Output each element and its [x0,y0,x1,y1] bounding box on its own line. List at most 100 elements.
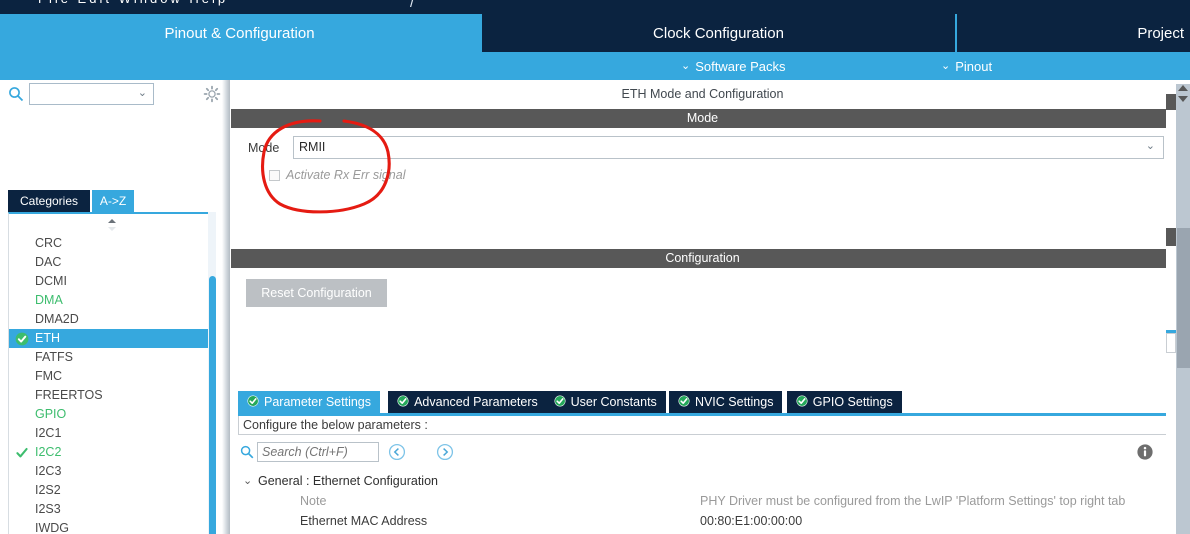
config-tab-label: Advanced Parameters [414,395,538,409]
config-tab-parameter-settings[interactable]: Parameter Settings [238,391,380,413]
peripheral-list-container: CRC DAC DCMI DMA DMA2D ETH FATFS FMC FREERTOS GPI… [8,212,216,534]
mode-select-value: RMII [299,140,326,154]
search-icon [8,86,24,102]
config-tab-label: NVIC Settings [694,395,774,409]
sidebar-item-label: DCMI [35,274,67,288]
sidebar-item-label: IWDG [35,521,70,534]
parameter-search-row [238,441,1168,465]
info-icon[interactable] [1136,443,1154,461]
chevron-down-icon[interactable]: ⌄ [243,471,252,491]
peripheral-list: CRC DAC DCMI DMA DMA2D ETH FATFS FMC FREERTOS GPI… [9,234,215,534]
sort-toggle-icon[interactable] [103,217,121,233]
scroll-up-arrow-icon[interactable] [1178,85,1188,91]
inner-scrollbar-track[interactable] [1166,84,1176,534]
sidebar-search-combo[interactable]: ⌄ [29,83,154,105]
parameter-value: PHY Driver must be configured from the L… [700,494,1126,508]
sidebar-item-iwdg[interactable]: IWDG [9,519,215,534]
parameter-row[interactable]: Note PHY Driver must be configured from t… [238,491,1168,511]
parameter-tree: ⌄ General : Ethernet Configuration Note PHY… [238,471,1168,534]
sidebar-item-i2s2[interactable]: I2S2 [9,481,215,500]
config-tab-advanced-parameters[interactable]: Advanced Parameters [388,391,547,413]
chevron-down-icon: ⌄ [137,87,147,99]
sidebar-item-label: I2C3 [35,464,62,478]
eth-config-panel: ETH Mode and Configuration Mode Mode RMI… [231,80,1174,534]
software-packs-label: Software Packs [695,58,786,74]
sidebar-search-row: ⌄ [0,80,224,108]
sidebar-item-label: FATFS [35,350,73,364]
inner-scrollbar-thumb[interactable] [1166,94,1176,110]
sidebar-scrollbar-thumb[interactable] [209,276,216,534]
configured-check-icon [15,446,29,460]
tree-group-header[interactable]: ⌄ General : Ethernet Configuration [238,471,1168,491]
sidebar-item-fmc[interactable]: FMC [9,367,215,386]
parameter-name: Ethernet MAC Address [300,514,428,528]
configure-hint: Configure the below parameters : [238,416,1168,435]
config-tab-user-constants[interactable]: User Constants [544,391,666,413]
tree-group-label: General : Ethernet Configuration [258,474,438,488]
sub-toolbar: ⌄ Software Packs ⌄ Pinout [0,52,1190,80]
parameter-search-input[interactable] [257,442,379,462]
configuration-section-header: Configuration [231,249,1174,268]
sidebar-item-label: I2C1 [35,426,62,440]
sidebar-item-label: DAC [35,255,62,269]
sidebar-item-dac[interactable]: DAC [9,253,215,272]
pinout-menu[interactable]: ⌄ Pinout [941,56,992,76]
tab-pinout-configuration[interactable]: Pinout & Configuration [0,14,479,52]
scroll-down-arrow-icon[interactable] [1178,96,1188,102]
mode-field-label: Mode [248,141,280,155]
sidebar-item-label: GPIO [35,407,67,421]
gear-icon[interactable] [203,85,221,103]
tab-project-manager[interactable]: Project [957,14,1190,52]
sidebar-item-i2c1[interactable]: I2C1 [9,424,215,443]
config-tab-label: Parameter Settings [264,395,371,409]
parameter-value: 00:80:E1:00:00:00 [700,514,803,528]
reset-configuration-button[interactable]: Reset Configuration [246,279,387,307]
config-tab-label: User Constants [570,395,657,409]
check-circle-icon [247,395,259,410]
sidebar-item-fatfs[interactable]: FATFS [9,348,215,367]
sidebar-item-label: DMA2D [35,312,79,326]
sidebar-item-label: DMA [35,293,63,307]
sidebar-tab-categories[interactable]: Categories [8,190,90,212]
sidebar-item-gpio[interactable]: GPIO [9,405,215,424]
outer-scrollbar-thumb[interactable] [1177,228,1190,368]
sidebar-item-dcmi[interactable]: DCMI [9,272,215,291]
sidebar-item-i2c2[interactable]: I2C2 [9,443,215,462]
main-tab-row: Pinout & Configuration Clock Configurati… [0,14,1190,52]
sidebar-item-crc[interactable]: CRC [9,234,215,253]
parameter-row[interactable]: Ethernet MAC Address 00:80:E1:00:00:00 [238,511,1168,531]
config-tab-nvic-settings[interactable]: NVIC Settings [668,391,783,413]
menu-strip: File Edit Window Help / [0,0,1190,14]
inner-scrollbar-thumb-secondary[interactable] [1166,228,1176,246]
search-previous-icon[interactable] [388,443,406,461]
sidebar-item-label: FMC [35,369,63,383]
chevron-down-icon: ⌄ [1145,140,1155,152]
activate-rx-err-row[interactable]: Activate Rx Err signal [269,168,405,182]
software-packs-menu[interactable]: ⌄ Software Packs [681,56,786,76]
mode-section-body: Mode RMII ⌄ Activate Rx Err signal [231,128,1174,238]
sidebar-tab-az[interactable]: A->Z [92,190,134,212]
peripheral-sidebar: ⌄ Categories A->Z CRC DAC DCMI DMA DMA2D… [0,80,224,534]
sidebar-item-dma[interactable]: DMA [9,291,215,310]
sidebar-item-label: I2C2 [35,445,62,459]
check-circle-icon [397,395,409,410]
config-tab-label: GPIO Settings [812,395,893,409]
sidebar-item-i2c3[interactable]: I2C3 [9,462,215,481]
search-next-icon[interactable] [436,443,454,461]
configuration-section-body: Reset Configuration Parameter Settings Ad… [231,268,1174,534]
sidebar-item-i2s3[interactable]: I2S3 [9,500,215,519]
sidebar-item-freertos[interactable]: FREERTOS [9,386,215,405]
parameter-name: Note [300,494,327,508]
check-circle-icon [678,395,690,410]
sidebar-item-dma2d[interactable]: DMA2D [9,310,215,329]
sidebar-splitter[interactable] [222,80,230,534]
config-tab-gpio-settings[interactable]: GPIO Settings [786,391,902,413]
sidebar-item-label: FREERTOS [35,388,103,402]
mode-select[interactable]: RMII ⌄ [293,136,1164,159]
stm32cubemx-window: File Edit Window Help / Pinout & Configu… [0,0,1190,534]
pinout-label: Pinout [955,58,993,74]
tab-clock-configuration[interactable]: Clock Configuration [482,14,955,52]
search-icon [240,445,254,459]
activate-rx-err-checkbox[interactable] [269,169,280,181]
sidebar-item-eth[interactable]: ETH [9,329,209,348]
